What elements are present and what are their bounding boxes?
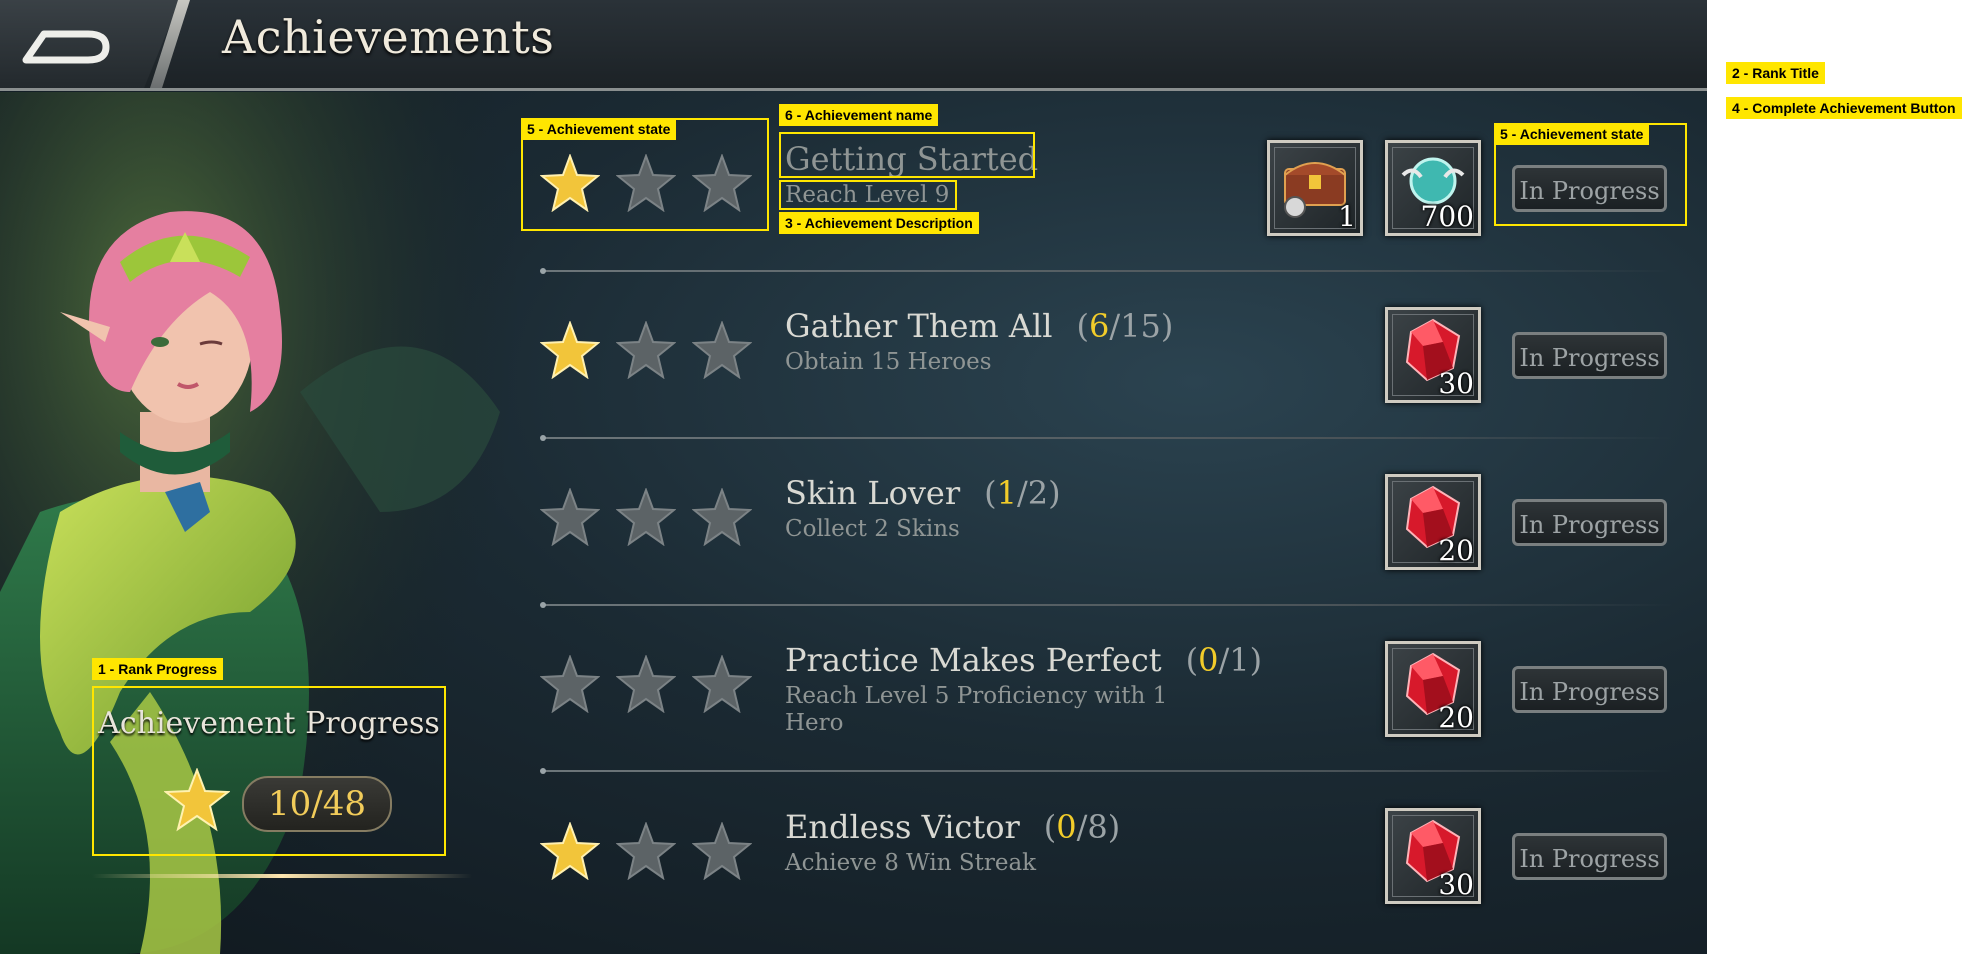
achievement-state-stars xyxy=(540,488,770,558)
achievement-name: Practice Makes Perfect (0/1) xyxy=(785,641,1262,679)
annotation-label-state-left: 5 - Achievement state xyxy=(521,118,677,140)
annotation-label-rank-title: 2 - Rank Title xyxy=(1726,62,1825,84)
header-bar: Achievements xyxy=(0,0,1707,91)
count-open-paren: ( xyxy=(1185,641,1199,679)
star-empty-icon xyxy=(616,822,676,880)
achievement-count: (6/15) xyxy=(1077,307,1174,345)
star-empty-icon xyxy=(540,655,600,713)
star-empty-icon xyxy=(692,488,752,546)
count-open-paren: ( xyxy=(984,474,997,512)
achievement-row: Practice Makes Perfect (0/1) Reach Level 5… xyxy=(540,641,1670,810)
reward-quantity: 20 xyxy=(1438,701,1474,734)
achievement-description: Collect 2 Skins xyxy=(785,516,960,542)
achievement-state-stars xyxy=(540,655,770,725)
star-filled-icon xyxy=(540,321,600,379)
row-divider xyxy=(540,768,1673,774)
annotation-label-achievement-description: 3 - Achievement Description xyxy=(779,212,979,234)
reward-item[interactable]: 30 xyxy=(1385,808,1481,904)
back-arrow-icon xyxy=(22,30,110,64)
count-total: /2) xyxy=(1017,474,1061,512)
achievement-description: Achieve 8 Win Streak xyxy=(785,850,1037,876)
count-current: 1 xyxy=(996,474,1017,512)
achievement-count: (0/8) xyxy=(1044,808,1120,846)
achievement-row: Gather Them All (6/15) Obtain 15 Heroes xyxy=(540,307,1670,476)
star-empty-icon xyxy=(616,655,676,713)
achievement-description: Obtain 15 Heroes xyxy=(785,349,992,375)
count-current: 0 xyxy=(1056,808,1077,846)
reward-quantity: 30 xyxy=(1438,868,1474,901)
count-total: /15) xyxy=(1109,307,1174,345)
achievement-name: Skin Lover (1/2) xyxy=(785,474,1061,512)
count-open-paren: ( xyxy=(1043,808,1057,846)
count-current: 6 xyxy=(1088,307,1110,345)
reward-item[interactable]: 20 xyxy=(1385,641,1481,737)
reward-quantity: 700 xyxy=(1420,200,1474,233)
achievement-status-button[interactable]: In Progress xyxy=(1512,666,1667,713)
achievement-name-text: Skin Lover xyxy=(785,474,961,512)
star-empty-icon xyxy=(616,488,676,546)
glow-divider xyxy=(92,874,472,878)
reward-item[interactable]: 30 xyxy=(1385,307,1481,403)
annotation-box-rank-progress xyxy=(92,686,446,856)
count-current: 0 xyxy=(1198,641,1219,679)
achievement-count: (0/1) xyxy=(1186,641,1262,679)
achievement-description: Reach Level 5 Proficiency with 1 Hero xyxy=(785,683,1168,736)
achievement-name-text: Gather Them All xyxy=(785,307,1053,345)
row-divider xyxy=(540,435,1673,441)
reward-item[interactable]: 700 xyxy=(1385,140,1481,236)
reward-quantity: 20 xyxy=(1438,534,1474,567)
reward-item[interactable]: 20 xyxy=(1385,474,1481,570)
achievement-count: (1/2) xyxy=(984,474,1060,512)
annotation-label-rank-progress: 1 - Rank Progress xyxy=(92,658,224,680)
star-filled-icon xyxy=(540,822,600,880)
reward-item[interactable]: 1 xyxy=(1267,140,1363,236)
achievement-name: Gather Them All (6/15) xyxy=(785,307,1173,345)
annotation-label-achievement-name: 6 - Achievement name xyxy=(779,104,939,126)
row-divider xyxy=(540,268,1673,274)
achievement-name-text: Endless Victor xyxy=(785,808,1020,846)
annotation-label-complete-button: 4 - Complete Achievement Button xyxy=(1726,97,1962,119)
star-empty-icon xyxy=(616,321,676,379)
back-button[interactable] xyxy=(0,0,180,88)
reward-quantity: 1 xyxy=(1338,200,1356,233)
row-divider xyxy=(540,602,1673,608)
annotation-box-achievement-name xyxy=(779,132,1035,178)
page-title: Achievements xyxy=(222,10,555,64)
count-total: /1) xyxy=(1218,641,1263,679)
reward-quantity: 30 xyxy=(1438,367,1474,400)
achievement-status-button[interactable]: In Progress xyxy=(1512,833,1667,880)
count-total: /8) xyxy=(1076,808,1121,846)
annotation-box-achievement-description xyxy=(779,180,957,210)
achievement-name: Endless Victor (0/8) xyxy=(785,808,1120,846)
achievement-status-button[interactable]: In Progress xyxy=(1512,499,1667,546)
achievement-row: Skin Lover (1/2) Collect 2 Skins xyxy=(540,474,1670,643)
annotation-label-state-right: 5 - Achievement state xyxy=(1494,123,1650,145)
achievement-row: Endless Victor (0/8) Achieve 8 Win Streak xyxy=(540,808,1670,954)
star-empty-icon xyxy=(692,655,752,713)
achievement-status-button[interactable]: In Progress xyxy=(1512,332,1667,379)
achievement-state-stars xyxy=(540,321,770,391)
achievement-name-text: Practice Makes Perfect xyxy=(785,641,1162,679)
achievement-state-stars xyxy=(540,822,770,892)
star-empty-icon xyxy=(692,321,752,379)
star-empty-icon xyxy=(692,822,752,880)
count-open-paren: ( xyxy=(1076,307,1089,345)
star-empty-icon xyxy=(540,488,600,546)
